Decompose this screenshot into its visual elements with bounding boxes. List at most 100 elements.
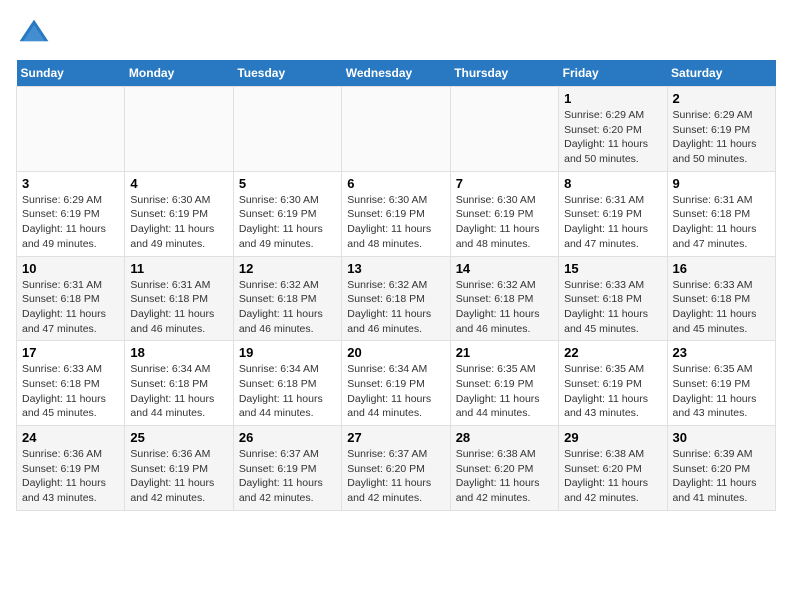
calendar-cell: 25 Sunrise: 6:36 AM Sunset: 6:19 PM Dayli… (125, 426, 233, 511)
day-number: 19 (239, 345, 336, 360)
calendar-cell: 20 Sunrise: 6:34 AM Sunset: 6:19 PM Dayli… (342, 341, 450, 426)
day-info: Sunrise: 6:36 AM Sunset: 6:19 PM Dayligh… (22, 447, 119, 506)
weekday-header-sunday: Sunday (17, 60, 125, 87)
calendar-week-row: 1 Sunrise: 6:29 AM Sunset: 6:20 PM Daylig… (17, 87, 776, 172)
day-info: Sunrise: 6:35 AM Sunset: 6:19 PM Dayligh… (564, 362, 661, 421)
day-info: Sunrise: 6:30 AM Sunset: 6:19 PM Dayligh… (130, 193, 227, 252)
day-number: 14 (456, 261, 553, 276)
day-number: 9 (673, 176, 770, 191)
calendar-cell: 21 Sunrise: 6:35 AM Sunset: 6:19 PM Dayli… (450, 341, 558, 426)
day-info: Sunrise: 6:29 AM Sunset: 6:19 PM Dayligh… (22, 193, 119, 252)
day-info: Sunrise: 6:38 AM Sunset: 6:20 PM Dayligh… (564, 447, 661, 506)
calendar-cell: 13 Sunrise: 6:32 AM Sunset: 6:18 PM Dayli… (342, 256, 450, 341)
calendar-cell: 5Sunrise: 6:30 AM Sunset: 6:19 PM Daylig… (233, 171, 341, 256)
day-info: Sunrise: 6:34 AM Sunset: 6:18 PM Dayligh… (130, 362, 227, 421)
day-number: 30 (673, 430, 770, 445)
day-info: Sunrise: 6:31 AM Sunset: 6:19 PM Dayligh… (564, 193, 661, 252)
weekday-header-saturday: Saturday (667, 60, 775, 87)
day-number: 13 (347, 261, 444, 276)
weekday-header-tuesday: Tuesday (233, 60, 341, 87)
day-info: Sunrise: 6:30 AM Sunset: 6:19 PM Dayligh… (347, 193, 444, 252)
calendar-cell (450, 87, 558, 172)
day-number: 11 (130, 261, 227, 276)
day-info: Sunrise: 6:39 AM Sunset: 6:20 PM Dayligh… (673, 447, 770, 506)
calendar-cell: 18 Sunrise: 6:34 AM Sunset: 6:18 PM Dayli… (125, 341, 233, 426)
day-number: 15 (564, 261, 661, 276)
day-info: Sunrise: 6:32 AM Sunset: 6:18 PM Dayligh… (239, 278, 336, 337)
day-info: Sunrise: 6:30 AM Sunset: 6:19 PM Dayligh… (456, 193, 553, 252)
calendar-cell: 26Sunrise: 6:37 AM Sunset: 6:19 PM Dayli… (233, 426, 341, 511)
day-info: Sunrise: 6:33 AM Sunset: 6:18 PM Dayligh… (22, 362, 119, 421)
day-number: 23 (673, 345, 770, 360)
weekday-header-monday: Monday (125, 60, 233, 87)
day-number: 1 (564, 91, 661, 106)
page-header (16, 16, 776, 52)
day-info: Sunrise: 6:31 AM Sunset: 6:18 PM Dayligh… (130, 278, 227, 337)
day-number: 8 (564, 176, 661, 191)
logo-icon (16, 16, 52, 52)
calendar-cell: 17Sunrise: 6:33 AM Sunset: 6:18 PM Dayli… (17, 341, 125, 426)
weekday-header-row: SundayMondayTuesdayWednesdayThursdayFrid… (17, 60, 776, 87)
calendar-cell: 16 Sunrise: 6:33 AM Sunset: 6:18 PM Dayli… (667, 256, 775, 341)
calendar-week-row: 10 Sunrise: 6:31 AM Sunset: 6:18 PM Dayli… (17, 256, 776, 341)
day-info: Sunrise: 6:32 AM Sunset: 6:18 PM Dayligh… (456, 278, 553, 337)
calendar-cell: 24Sunrise: 6:36 AM Sunset: 6:19 PM Dayli… (17, 426, 125, 511)
day-number: 10 (22, 261, 119, 276)
calendar-cell: 23Sunrise: 6:35 AM Sunset: 6:19 PM Dayli… (667, 341, 775, 426)
calendar-week-row: 3 Sunrise: 6:29 AM Sunset: 6:19 PM Daylig… (17, 171, 776, 256)
calendar-cell: 6 Sunrise: 6:30 AM Sunset: 6:19 PM Daylig… (342, 171, 450, 256)
calendar-cell: 1 Sunrise: 6:29 AM Sunset: 6:20 PM Daylig… (559, 87, 667, 172)
day-number: 16 (673, 261, 770, 276)
weekday-header-wednesday: Wednesday (342, 60, 450, 87)
day-info: Sunrise: 6:32 AM Sunset: 6:18 PM Dayligh… (347, 278, 444, 337)
day-number: 22 (564, 345, 661, 360)
calendar-cell: 12 Sunrise: 6:32 AM Sunset: 6:18 PM Dayli… (233, 256, 341, 341)
calendar-cell: 8 Sunrise: 6:31 AM Sunset: 6:19 PM Daylig… (559, 171, 667, 256)
day-number: 27 (347, 430, 444, 445)
day-number: 4 (130, 176, 227, 191)
calendar-cell: 22 Sunrise: 6:35 AM Sunset: 6:19 PM Dayli… (559, 341, 667, 426)
day-info: Sunrise: 6:29 AM Sunset: 6:20 PM Dayligh… (564, 108, 661, 167)
day-number: 29 (564, 430, 661, 445)
day-number: 28 (456, 430, 553, 445)
day-number: 2 (673, 91, 770, 106)
calendar-cell: 19 Sunrise: 6:34 AM Sunset: 6:18 PM Dayli… (233, 341, 341, 426)
day-number: 25 (130, 430, 227, 445)
calendar-cell: 9 Sunrise: 6:31 AM Sunset: 6:18 PM Daylig… (667, 171, 775, 256)
logo (16, 16, 56, 52)
day-number: 5 (239, 176, 336, 191)
day-info: Sunrise: 6:34 AM Sunset: 6:19 PM Dayligh… (347, 362, 444, 421)
calendar-cell: 14 Sunrise: 6:32 AM Sunset: 6:18 PM Dayli… (450, 256, 558, 341)
day-info: Sunrise: 6:36 AM Sunset: 6:19 PM Dayligh… (130, 447, 227, 506)
weekday-header-friday: Friday (559, 60, 667, 87)
day-number: 6 (347, 176, 444, 191)
day-number: 18 (130, 345, 227, 360)
day-number: 12 (239, 261, 336, 276)
day-info: Sunrise: 6:33 AM Sunset: 6:18 PM Dayligh… (673, 278, 770, 337)
day-info: Sunrise: 6:37 AM Sunset: 6:20 PM Dayligh… (347, 447, 444, 506)
weekday-header-thursday: Thursday (450, 60, 558, 87)
day-info: Sunrise: 6:34 AM Sunset: 6:18 PM Dayligh… (239, 362, 336, 421)
day-info: Sunrise: 6:31 AM Sunset: 6:18 PM Dayligh… (673, 193, 770, 252)
day-number: 21 (456, 345, 553, 360)
calendar-cell: 10Sunrise: 6:31 AM Sunset: 6:18 PM Dayli… (17, 256, 125, 341)
calendar-cell: 4 Sunrise: 6:30 AM Sunset: 6:19 PM Daylig… (125, 171, 233, 256)
calendar-cell: 2 Sunrise: 6:29 AM Sunset: 6:19 PM Daylig… (667, 87, 775, 172)
day-info: Sunrise: 6:33 AM Sunset: 6:18 PM Dayligh… (564, 278, 661, 337)
calendar-cell (233, 87, 341, 172)
day-info: Sunrise: 6:37 AM Sunset: 6:19 PM Dayligh… (239, 447, 336, 506)
calendar-cell: 27 Sunrise: 6:37 AM Sunset: 6:20 PM Dayli… (342, 426, 450, 511)
calendar-cell (125, 87, 233, 172)
day-number: 7 (456, 176, 553, 191)
day-number: 20 (347, 345, 444, 360)
calendar-table: SundayMondayTuesdayWednesdayThursdayFrid… (16, 60, 776, 511)
calendar-cell: 3 Sunrise: 6:29 AM Sunset: 6:19 PM Daylig… (17, 171, 125, 256)
day-info: Sunrise: 6:35 AM Sunset: 6:19 PM Dayligh… (456, 362, 553, 421)
calendar-cell (342, 87, 450, 172)
calendar-cell: 15 Sunrise: 6:33 AM Sunset: 6:18 PM Dayli… (559, 256, 667, 341)
calendar-cell: 28Sunrise: 6:38 AM Sunset: 6:20 PM Dayli… (450, 426, 558, 511)
day-info: Sunrise: 6:29 AM Sunset: 6:19 PM Dayligh… (673, 108, 770, 167)
calendar-cell: 7 Sunrise: 6:30 AM Sunset: 6:19 PM Daylig… (450, 171, 558, 256)
day-number: 3 (22, 176, 119, 191)
calendar-cell: 30 Sunrise: 6:39 AM Sunset: 6:20 PM Dayli… (667, 426, 775, 511)
